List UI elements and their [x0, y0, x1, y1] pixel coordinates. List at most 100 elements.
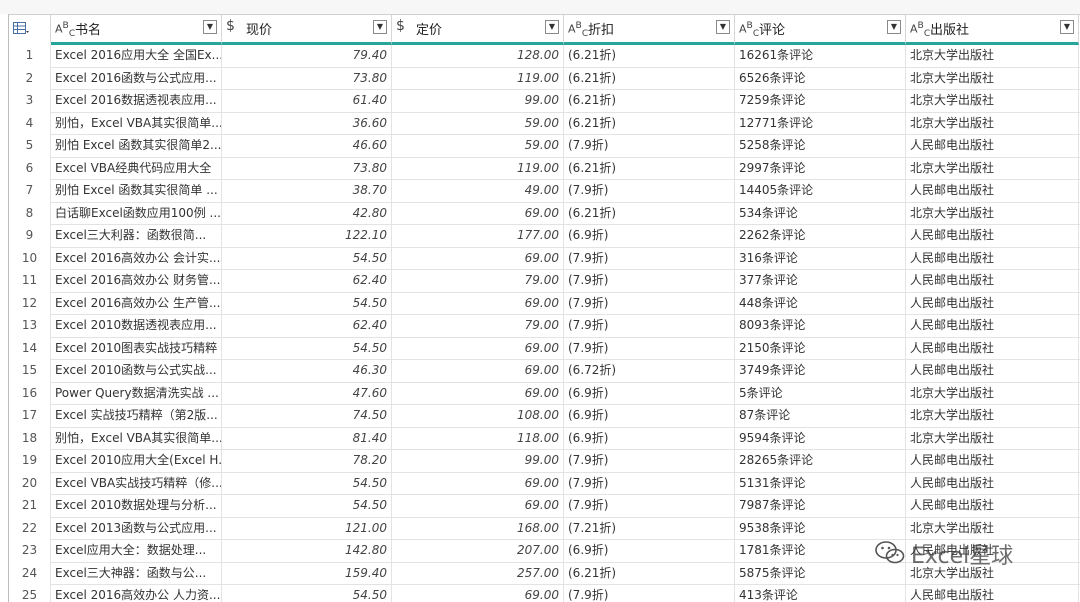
row-number[interactable]: 11	[9, 270, 51, 293]
row-number[interactable]: 4	[9, 112, 51, 135]
cell-book-name[interactable]: Excel VBA经典代码应用大全	[51, 157, 222, 180]
cell-reviews[interactable]: 12771条评论	[735, 112, 906, 135]
cell-discount[interactable]: (7.9折)	[564, 135, 735, 158]
cell-publisher[interactable]: 北京大学出版社	[906, 45, 1079, 68]
cell-price[interactable]: 122.10	[222, 225, 392, 248]
table-menu-corner[interactable]	[9, 15, 51, 45]
table-row[interactable]: 3 Excel 2016数据透视表应用... 61.40 99.00 (6.21折) 72…	[9, 90, 1080, 113]
cell-book-name[interactable]: Excel 2010图表实战技巧精粹	[51, 337, 222, 360]
chevron-down-icon[interactable]: ▼	[887, 20, 901, 34]
row-number[interactable]: 3	[9, 90, 51, 113]
cell-book-name[interactable]: Excel VBA实战技巧精粹（修...	[51, 472, 222, 495]
cell-list-price[interactable]: 69.00	[392, 247, 564, 270]
row-number[interactable]: 10	[9, 247, 51, 270]
cell-price[interactable]: 121.00	[222, 517, 392, 540]
cell-list-price[interactable]: 69.00	[392, 585, 564, 602]
cell-book-name[interactable]: 别怕，Excel VBA其实很简单...	[51, 427, 222, 450]
cell-price[interactable]: 79.40	[222, 45, 392, 68]
cell-list-price[interactable]: 69.00	[392, 382, 564, 405]
cell-list-price[interactable]: 99.00	[392, 90, 564, 113]
cell-discount[interactable]: (6.9折)	[564, 405, 735, 428]
cell-publisher[interactable]: 人民邮电出版社	[906, 360, 1079, 383]
chevron-down-icon[interactable]: ▼	[373, 20, 387, 34]
cell-reviews[interactable]: 7259条评论	[735, 90, 906, 113]
column-header-list-price[interactable]: $ 定价 ▼	[392, 15, 564, 45]
table-row[interactable]: 15 Excel 2010函数与公式实战... 46.30 69.00 (6.72折) 3…	[9, 360, 1080, 383]
cell-book-name[interactable]: Excel 2016函数与公式应用...	[51, 67, 222, 90]
cell-reviews[interactable]: 2262条评论	[735, 225, 906, 248]
chevron-down-icon[interactable]: ▼	[545, 20, 559, 34]
cell-discount[interactable]: (6.72折)	[564, 360, 735, 383]
table-row[interactable]: 9 Excel三大利器：函数很简... 122.10 177.00 (6.9折) 2262…	[9, 225, 1080, 248]
cell-list-price[interactable]: 108.00	[392, 405, 564, 428]
cell-price[interactable]: 36.60	[222, 112, 392, 135]
cell-book-name[interactable]: Excel 2016应用大全 全国Ex...	[51, 45, 222, 68]
row-number[interactable]: 7	[9, 180, 51, 203]
cell-price[interactable]: 38.70	[222, 180, 392, 203]
cell-list-price[interactable]: 99.00	[392, 450, 564, 473]
table-row[interactable]: 25 Excel 2016高效办公 人力资... 54.50 69.00 (7.9折) 4…	[9, 585, 1080, 602]
cell-discount[interactable]: (6.21折)	[564, 90, 735, 113]
cell-price[interactable]: 54.50	[222, 585, 392, 602]
cell-discount[interactable]: (7.9折)	[564, 585, 735, 602]
cell-price[interactable]: 61.40	[222, 90, 392, 113]
cell-list-price[interactable]: 69.00	[392, 337, 564, 360]
row-number[interactable]: 1	[9, 45, 51, 68]
table-row[interactable]: 12 Excel 2016高效办公 生产管... 54.50 69.00 (7.9折) 4…	[9, 292, 1080, 315]
cell-book-name[interactable]: Excel 实战技巧精粹（第2版...	[51, 405, 222, 428]
cell-list-price[interactable]: 59.00	[392, 112, 564, 135]
cell-discount[interactable]: (7.9折)	[564, 247, 735, 270]
table-row[interactable]: 19 Excel 2010应用大全(Excel H... 78.20 99.00 (7.…	[9, 450, 1080, 473]
cell-list-price[interactable]: 257.00	[392, 562, 564, 585]
row-number[interactable]: 21	[9, 495, 51, 518]
cell-publisher[interactable]: 人民邮电出版社	[906, 292, 1079, 315]
cell-publisher[interactable]: 人民邮电出版社	[906, 135, 1079, 158]
cell-discount[interactable]: (7.9折)	[564, 292, 735, 315]
table-row[interactable]: 6 Excel VBA经典代码应用大全 73.80 119.00 (6.21折) 2997…	[9, 157, 1080, 180]
cell-discount[interactable]: (7.9折)	[564, 270, 735, 293]
cell-price[interactable]: 46.30	[222, 360, 392, 383]
cell-price[interactable]: 73.80	[222, 67, 392, 90]
table-row[interactable]: 13 Excel 2010数据透视表应用... 62.40 79.00 (7.9折) 80…	[9, 315, 1080, 338]
cell-list-price[interactable]: 69.00	[392, 292, 564, 315]
cell-price[interactable]: 74.50	[222, 405, 392, 428]
cell-discount[interactable]: (6.21折)	[564, 202, 735, 225]
row-number[interactable]: 25	[9, 585, 51, 602]
cell-reviews[interactable]: 3749条评论	[735, 360, 906, 383]
cell-discount[interactable]: (7.9折)	[564, 472, 735, 495]
chevron-down-icon[interactable]: ▼	[716, 20, 730, 34]
row-number[interactable]: 12	[9, 292, 51, 315]
cell-list-price[interactable]: 128.00	[392, 45, 564, 68]
cell-book-name[interactable]: Excel 2010函数与公式实战...	[51, 360, 222, 383]
cell-list-price[interactable]: 79.00	[392, 315, 564, 338]
cell-reviews[interactable]: 9594条评论	[735, 427, 906, 450]
cell-discount[interactable]: (6.21折)	[564, 45, 735, 68]
cell-price[interactable]: 47.60	[222, 382, 392, 405]
cell-reviews[interactable]: 377条评论	[735, 270, 906, 293]
cell-publisher[interactable]: 人民邮电出版社	[906, 225, 1079, 248]
row-number[interactable]: 22	[9, 517, 51, 540]
row-number[interactable]: 24	[9, 562, 51, 585]
cell-reviews[interactable]: 448条评论	[735, 292, 906, 315]
row-number[interactable]: 5	[9, 135, 51, 158]
cell-publisher[interactable]: 北京大学出版社	[906, 405, 1079, 428]
chevron-down-icon[interactable]: ▼	[1060, 20, 1074, 34]
cell-list-price[interactable]: 79.00	[392, 270, 564, 293]
cell-publisher[interactable]: 北京大学出版社	[906, 157, 1079, 180]
table-row[interactable]: 5 别怕 Excel 函数其实很简单2... 46.60 59.00 (7.9折) 525…	[9, 135, 1080, 158]
row-number[interactable]: 18	[9, 427, 51, 450]
cell-publisher[interactable]: 北京大学出版社	[906, 112, 1079, 135]
cell-publisher[interactable]: 人民邮电出版社	[906, 270, 1079, 293]
cell-publisher[interactable]: 北京大学出版社	[906, 67, 1079, 90]
table-row[interactable]: 14 Excel 2010图表实战技巧精粹 54.50 69.00 (7.9折) 2150…	[9, 337, 1080, 360]
table-row[interactable]: 16 Power Query数据清洗实战 ... 47.60 69.00 (6.9折) 5…	[9, 382, 1080, 405]
cell-list-price[interactable]: 118.00	[392, 427, 564, 450]
text-type-icon[interactable]: ABC	[568, 20, 588, 39]
cell-book-name[interactable]: Excel 2016高效办公 会计实...	[51, 247, 222, 270]
column-header-name[interactable]: ABC 书名 ▼	[51, 15, 222, 45]
cell-book-name[interactable]: Excel应用大全：数据处理...	[51, 540, 222, 563]
cell-publisher[interactable]: 北京大学出版社	[906, 382, 1079, 405]
cell-publisher[interactable]: 人民邮电出版社	[906, 247, 1079, 270]
cell-reviews[interactable]: 534条评论	[735, 202, 906, 225]
cell-book-name[interactable]: Excel 2010应用大全(Excel H...	[51, 450, 222, 473]
